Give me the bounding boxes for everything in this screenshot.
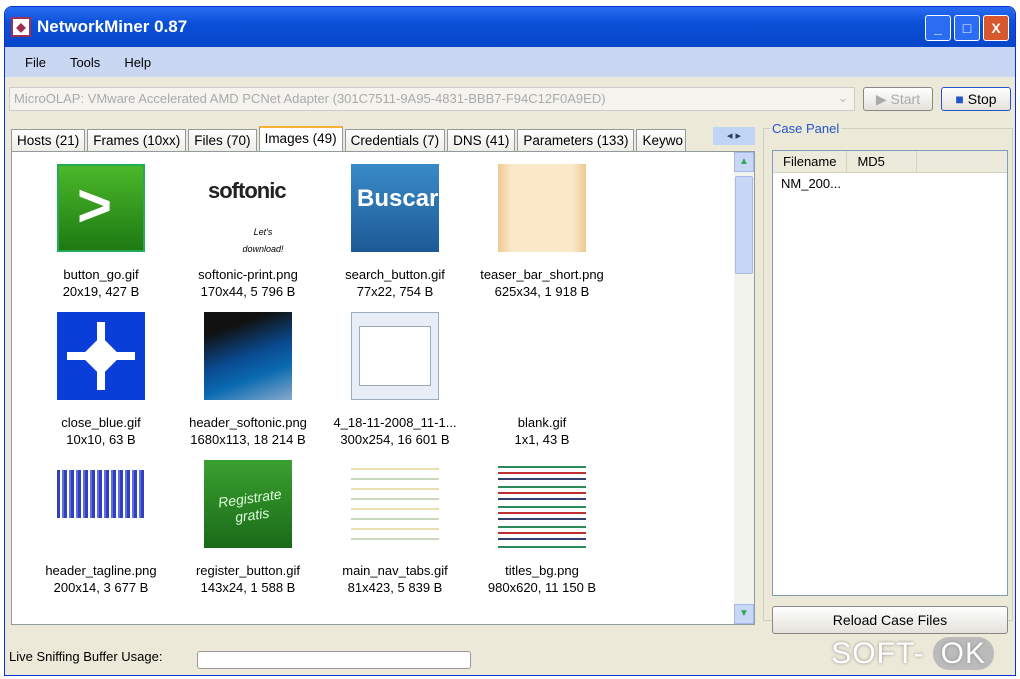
- image-info: 170x44, 5 796 B: [200, 284, 296, 299]
- scroll-thumb[interactable]: [735, 176, 753, 274]
- play-icon: ▶: [875, 91, 887, 107]
- close-button[interactable]: X: [983, 15, 1009, 41]
- column-md5[interactable]: MD5: [847, 151, 918, 172]
- image-item[interactable]: Buscar search_button.gif 77x22, 754 B: [322, 164, 468, 300]
- menu-bar: File Tools Help: [5, 47, 1015, 77]
- app-icon: ◆: [11, 17, 31, 37]
- scroll-down-icon[interactable]: ▼: [734, 604, 754, 624]
- image-filename: blank.gif: [517, 415, 567, 430]
- tab-keywords[interactable]: Keywo: [636, 129, 687, 153]
- menu-file[interactable]: File: [25, 55, 46, 70]
- image-thumbnail: [204, 312, 292, 400]
- image-info: 980x620, 11 150 B: [487, 580, 597, 595]
- maximize-button[interactable]: □: [954, 15, 980, 41]
- image-info: 81x423, 5 839 B: [347, 580, 443, 595]
- case-file-row[interactable]: NM_200...: [773, 173, 1007, 194]
- start-button[interactable]: ▶ Start: [863, 87, 933, 111]
- window-title: NetworkMiner 0.87: [37, 17, 188, 36]
- reload-case-files-button[interactable]: Reload Case Files: [772, 606, 1008, 634]
- image-item[interactable]: close_blue.gif 10x10, 63 B: [28, 312, 174, 448]
- image-item[interactable]: blank.gif 1x1, 43 B: [469, 312, 615, 448]
- image-filename: register_button.gif: [195, 563, 301, 578]
- adapter-value: MicroOLAP: VMware Accelerated AMD PCNet …: [14, 91, 606, 106]
- case-panel: Case Panel Filename MD5 NM_200... Reload…: [763, 121, 1013, 634]
- image-thumbnail: [57, 460, 145, 548]
- image-info: 625x34, 1 918 B: [494, 284, 590, 299]
- chevron-down-icon[interactable]: ⌄: [834, 90, 852, 108]
- buffer-usage-progress: [197, 651, 471, 669]
- image-filename: teaser_bar_short.png: [480, 267, 604, 282]
- tab-credentials[interactable]: Credentials (7): [344, 129, 446, 153]
- image-filename: main_nav_tabs.gif: [342, 563, 448, 578]
- app-window: ◆ NetworkMiner 0.87 _ □ X File Tools Hel…: [4, 6, 1016, 676]
- scroll-up-icon[interactable]: ▲: [734, 152, 754, 172]
- tab-files[interactable]: Files (70): [188, 129, 257, 153]
- menu-tools[interactable]: Tools: [70, 55, 100, 70]
- image-filename: softonic-print.png: [198, 267, 298, 282]
- image-item[interactable]: softonic Let's download! softonic-print.pn…: [175, 164, 321, 300]
- image-info: 300x254, 16 601 B: [340, 432, 450, 447]
- image-thumbnail: [498, 164, 586, 252]
- image-thumbnail: softonic Let's download!: [204, 164, 292, 252]
- image-info: 10x10, 63 B: [66, 432, 136, 447]
- images-panel: > button_go.gif 20x19, 427 B softonic Let's …: [11, 151, 755, 625]
- vertical-scrollbar[interactable]: ▲ ▼: [734, 152, 754, 624]
- image-item[interactable]: teaser_bar_short.png 625x34, 1 918 B: [469, 164, 615, 300]
- stop-icon: ■: [955, 91, 964, 107]
- image-info: 77x22, 754 B: [356, 284, 434, 299]
- image-filename: 4_18-11-2008_11-1...: [333, 415, 457, 430]
- image-thumbnail: [498, 312, 586, 400]
- image-filename: header_softonic.png: [189, 415, 307, 430]
- case-panel-title: Case Panel: [772, 121, 840, 136]
- tab-parameters[interactable]: Parameters (133): [517, 129, 635, 153]
- image-thumbnail: [57, 312, 145, 400]
- image-item[interactable]: header_tagline.png 200x14, 3 677 B: [28, 460, 174, 596]
- image-thumbnail: >: [57, 164, 145, 252]
- stop-label: Stop: [967, 91, 997, 107]
- column-filename[interactable]: Filename: [773, 151, 848, 172]
- start-label: Start: [890, 91, 921, 107]
- image-filename: button_go.gif: [63, 267, 139, 282]
- tab-bar: Hosts (21) Frames (10xx) Files (70) Imag…: [11, 126, 687, 154]
- menu-help[interactable]: Help: [124, 55, 151, 70]
- buffer-usage-label: Live Sniffing Buffer Usage:: [9, 649, 163, 664]
- watermark: SOFT- OK: [823, 637, 1010, 671]
- image-item[interactable]: Registrate gratis register_button.gif 143x…: [175, 460, 321, 596]
- image-filename: close_blue.gif: [61, 415, 141, 430]
- image-info: 1680x113, 18 214 B: [190, 432, 306, 447]
- stop-button[interactable]: ■ Stop: [941, 87, 1011, 111]
- image-item[interactable]: header_softonic.png 1680x113, 18 214 B: [175, 312, 321, 448]
- image-thumbnail: Buscar: [351, 164, 439, 252]
- image-thumbnail: [351, 460, 439, 548]
- image-filename: titles_bg.png: [505, 563, 579, 578]
- tab-frames[interactable]: Frames (10xx): [87, 129, 187, 153]
- image-info: 200x14, 3 677 B: [53, 580, 149, 595]
- image-item[interactable]: titles_bg.png 980x620, 11 150 B: [469, 460, 615, 596]
- image-info: 1x1, 43 B: [514, 432, 570, 447]
- image-filename: search_button.gif: [345, 267, 445, 282]
- tab-hosts[interactable]: Hosts (21): [11, 129, 86, 153]
- image-thumbnail: [351, 312, 439, 400]
- image-thumbnail: [498, 460, 586, 548]
- image-filename: header_tagline.png: [45, 563, 157, 578]
- tab-images[interactable]: Images (49): [258, 126, 343, 154]
- image-info: 143x24, 1 588 B: [200, 580, 296, 595]
- title-bar: ◆ NetworkMiner 0.87 _ □ X: [5, 7, 1015, 47]
- image-item[interactable]: main_nav_tabs.gif 81x423, 5 839 B: [322, 460, 468, 596]
- tab-dns[interactable]: DNS (41): [447, 129, 516, 153]
- tab-scroll-arrows[interactable]: ◂ ▸: [713, 127, 755, 145]
- adapter-select[interactable]: MicroOLAP: VMware Accelerated AMD PCNet …: [9, 87, 855, 111]
- image-info: 20x19, 427 B: [62, 284, 140, 299]
- minimize-button[interactable]: _: [925, 15, 951, 41]
- image-item[interactable]: > button_go.gif 20x19, 427 B: [28, 164, 174, 300]
- image-item[interactable]: 4_18-11-2008_11-1... 300x254, 16 601 B: [322, 312, 468, 448]
- image-thumbnail: Registrate gratis: [204, 460, 292, 548]
- case-file-list[interactable]: Filename MD5 NM_200...: [772, 150, 1008, 596]
